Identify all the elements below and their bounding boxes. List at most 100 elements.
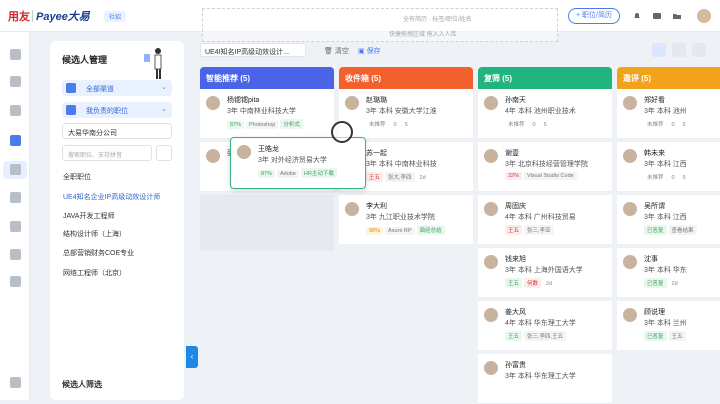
column-header[interactable]: 智能推荐 (5) (200, 67, 334, 89)
tag: Visual Studio Code (524, 172, 577, 180)
tag: 已答复 (644, 225, 667, 235)
tag: 2d (419, 175, 426, 181)
collapse-sidebar-button[interactable]: ‹ (186, 346, 198, 368)
candidate-card[interactable]: 赵璐璐 3年 本科 安徽大学江淮 未推荐 0 5 (339, 89, 473, 139)
candidate-card[interactable]: 韩未来 3年 本科 江西 未推荐 0 5 (617, 142, 720, 192)
candidate-name: 钱来旭 (505, 256, 526, 263)
tag: 未推荐 (647, 175, 664, 181)
candidate-name: 赵璐璐 (366, 97, 387, 104)
list-icon[interactable] (10, 192, 21, 203)
bell-icon[interactable] (632, 11, 642, 21)
candidate-card[interactable]: 吴所谓 3年 本科 江西 已答复 查看结果 (617, 195, 720, 245)
tag: 2d (546, 281, 553, 287)
chart-icon[interactable] (10, 249, 21, 260)
all-channels-filter[interactable]: 全部渠道 ⌄ (62, 80, 172, 96)
tag: 张大,李四 (385, 172, 415, 182)
id-card-icon[interactable] (652, 11, 662, 21)
filter-icon[interactable] (156, 145, 172, 161)
document-icon[interactable] (10, 164, 21, 175)
drag-hint-text: 快捷拖拽区域 拖入入人库 (389, 32, 457, 38)
job-item[interactable]: 全职职位 (63, 172, 91, 182)
current-job-tab[interactable]: UE4I知名IP高级动效设计... (200, 43, 306, 57)
clear-button[interactable]: 🗑 清空 (324, 46, 349, 56)
candidate-info: 3年 本科 中南林业科技 (366, 161, 437, 168)
job-item-active[interactable]: UE4知名企业IP高级动效设计师 (63, 192, 160, 202)
job-search-input[interactable]: 搜索职位、支持拼音 (62, 145, 152, 161)
add-job-resume-button[interactable]: + 职位/简历 (568, 8, 620, 24)
candidate-name: 谢壹 (505, 150, 519, 157)
candidate-card[interactable]: 姜大风 4年 本科 华东理工大学 王五 张三,李四,王五 (478, 301, 612, 351)
candidate-card[interactable]: 谢壹 3年 北京科技经营管理学院 32% Visual Studio Code (478, 142, 612, 192)
save-button[interactable]: ▣ 保存 (358, 46, 381, 56)
job-item[interactable]: 网络工程师（北京） (63, 268, 126, 278)
job-item[interactable]: 总部营销财务COE专业 (63, 248, 134, 258)
chevron-down-icon: ⌄ (161, 106, 167, 113)
candidate-card[interactable]: 孙富贵 3年 本科 华东理工大学 (478, 354, 612, 404)
avatar (623, 149, 637, 163)
settings-icon[interactable] (10, 276, 21, 287)
candidate-card[interactable]: 李大利 3年 九江职业技术学院 96% Axure RP 面经总结 (339, 195, 473, 245)
tag: 未推荐 (647, 122, 664, 128)
candidate-card[interactable]: 周固庆 4年 本科 广州科技贸易 王五 张三,李亚 (478, 195, 612, 245)
tag: HR主动下载 (300, 168, 337, 178)
tag: 查看结果 (668, 225, 697, 235)
candidates-icon[interactable] (10, 135, 21, 146)
candidate-card[interactable]: 孙南天 4年 本科 池州职业技术 未推荐 0 5 (478, 89, 612, 139)
grid-view-icon[interactable] (692, 43, 706, 57)
tag: 王五 (366, 172, 384, 182)
candidate-card[interactable]: 郑好看 3年 本科 池州 未推荐 0 5 (617, 89, 720, 139)
drag-drop-zone[interactable]: 全有简历 · 标签/职位/姓名 快捷拖拽区域 拖入入人库 (202, 8, 558, 42)
tag: Axure RP (385, 227, 415, 235)
candidate-card[interactable]: 钱来旭 3年 本科 上海外国语大学 王五 何数 2d (478, 248, 612, 298)
candidate-info: 3年 本科 兰州 (644, 320, 687, 327)
candidate-name: 顾说理 (644, 309, 665, 316)
company-select[interactable]: 大易华南分公司 (62, 123, 172, 139)
channel-icon (66, 83, 76, 93)
column-header[interactable]: 复筛 (5) (478, 67, 612, 89)
list-view-icon[interactable] (672, 43, 686, 57)
user-avatar[interactable] (697, 9, 711, 23)
channel-label: 全部渠道 (86, 86, 114, 93)
avatar (237, 145, 251, 159)
avatar (484, 255, 498, 269)
candidate-tags: 已答复 查看结果 (644, 225, 699, 235)
kanban-column: 智能推荐 (5) (200, 67, 334, 89)
board-view-icon[interactable] (652, 43, 666, 57)
column-header[interactable]: 收件箱 (5) (339, 67, 473, 89)
job-item[interactable]: JAVA开发工程师 (63, 211, 114, 221)
candidate-name: 杨锶锶pita (227, 97, 260, 104)
sliders-icon[interactable] (10, 377, 21, 388)
candidate-info: 3年 本科 江西 (644, 161, 687, 168)
drag-placeholder (200, 195, 334, 251)
kanban-column: 收件箱 (5) (339, 67, 473, 89)
candidate-card[interactable]: 杨锶锶pita 3年 中南林业科技大学 87% Photoshop 分析式 (200, 89, 334, 139)
job-icon (66, 105, 76, 115)
avatar (623, 96, 637, 110)
candidate-info: 3年 本科 上海外国语大学 (505, 267, 583, 274)
candidate-card[interactable]: 沈事 3年 本科 华东 已答复 2d (617, 248, 720, 298)
briefcase-icon[interactable] (10, 105, 21, 116)
home-icon[interactable] (10, 76, 21, 87)
dashboard-icon[interactable] (10, 49, 21, 60)
save-label: 保存 (366, 48, 381, 55)
candidate-name: 周固庆 (505, 203, 526, 210)
column-header[interactable]: 邀评 (5) (617, 67, 720, 89)
tag: 5 (543, 122, 547, 128)
avatar (484, 96, 498, 110)
candidate-card[interactable]: 顾说理 3年 本科 兰州 已答复 王五 (617, 301, 720, 351)
folder-icon[interactable] (672, 11, 682, 21)
job-item[interactable]: 结构设计师（上海） (63, 229, 126, 239)
candidate-tags: 32% Visual Studio Code (505, 172, 579, 182)
calendar-icon[interactable] (10, 221, 21, 232)
recruit-type-chip[interactable]: 社招 (104, 11, 127, 22)
my-jobs-filter[interactable]: 我负责的职位 ⌄ (62, 102, 172, 118)
dragging-candidate-card[interactable]: 王皓龙 3年 对外经济贸易大学 87% Adobe HR主动下载 (230, 137, 366, 189)
tag: 32% (505, 172, 523, 180)
tag: 已答复 (644, 331, 667, 341)
panel-title: 候选人管理 (62, 55, 108, 65)
candidate-info: 3年 北京科技经营管理学院 (505, 161, 588, 168)
candidate-tags: 87% Adobe HR主动下载 (258, 168, 339, 178)
tag: 王五 (505, 225, 523, 235)
candidate-tags: 王五 何数 2d (505, 278, 557, 288)
candidate-info: 4年 本科 华东理工大学 (505, 320, 576, 327)
